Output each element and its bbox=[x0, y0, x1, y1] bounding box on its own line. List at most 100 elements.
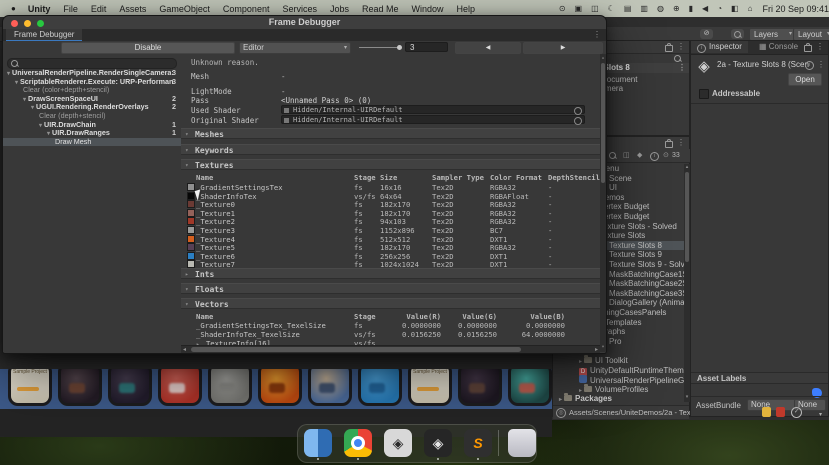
frame-number-field[interactable]: 3 bbox=[405, 42, 448, 52]
menu-services[interactable]: Services bbox=[282, 4, 317, 14]
lock-icon[interactable] bbox=[665, 43, 673, 52]
vector-row[interactable]: _ShaderInfoTex_TexelSize vs/fs 0.0156250 0.… bbox=[181, 330, 600, 339]
status-icon-10[interactable]: ◀ bbox=[702, 0, 708, 17]
eye-icon[interactable]: ⊙ bbox=[663, 151, 669, 159]
next-frame-button[interactable]: ▶ bbox=[523, 42, 603, 54]
asset-thumbnail-lava-texture[interactable] bbox=[258, 369, 302, 406]
texture-row[interactable]: _Texture2 fs 94x103 Tex2D RGBA32- bbox=[181, 216, 600, 226]
status-icon-9[interactable]: ▮ bbox=[689, 0, 693, 17]
error-icon[interactable] bbox=[776, 407, 785, 417]
dock-trash-icon[interactable] bbox=[508, 429, 536, 457]
project-item[interactable]: ▸ VolumeProfiles bbox=[553, 383, 684, 395]
vector-row[interactable]: _GradientSettingsTex_TexelSize fs 0.000000… bbox=[181, 321, 600, 330]
asset-thumbnail-fantasy-scene[interactable] bbox=[108, 369, 152, 406]
dock-chrome-icon[interactable] bbox=[344, 429, 372, 457]
menu-unity[interactable]: Unity bbox=[28, 4, 51, 14]
event-tree-row[interactable]: ▾ DrawScreenSpaceUI 2 bbox=[3, 95, 181, 104]
status-icon-7[interactable]: ◍ bbox=[657, 0, 664, 17]
details-vertical-scrollbar[interactable]: ▴ ▾ bbox=[600, 54, 606, 352]
asset-thumbnail-sample-project-card[interactable]: Sample Project bbox=[408, 369, 452, 406]
menu-window[interactable]: Window bbox=[412, 4, 444, 14]
section-keywords[interactable]: ▾ Keywords bbox=[181, 144, 600, 155]
event-search-input[interactable] bbox=[7, 58, 177, 69]
info-icon[interactable]: i bbox=[650, 152, 659, 161]
event-tree-row[interactable]: ▾ UIR.DrawRanges 1 bbox=[3, 129, 181, 138]
status-icon-6[interactable]: ▥ bbox=[640, 0, 648, 17]
section-textures[interactable]: ▾ Textures bbox=[181, 159, 600, 170]
prefab-icon[interactable]: ◫ bbox=[623, 151, 630, 159]
section-ints[interactable]: ▸ Ints bbox=[181, 268, 600, 279]
lock-icon[interactable] bbox=[804, 43, 812, 52]
asset-thumbnail-dark-scene-2[interactable] bbox=[458, 369, 502, 406]
asset-labels-header[interactable]: Asset Labels bbox=[691, 372, 828, 384]
warning-icon[interactable] bbox=[762, 407, 771, 417]
lock-icon[interactable] bbox=[665, 139, 673, 148]
menu-assets[interactable]: Assets bbox=[119, 4, 146, 14]
project-item[interactable]: ▸ Packages bbox=[553, 393, 684, 404]
project-item[interactable]: ▸ UI Toolkit bbox=[553, 355, 684, 366]
asset-thumbnail-cliff-texture[interactable] bbox=[208, 369, 252, 406]
kebab-menu-icon[interactable]: ⋮ bbox=[677, 42, 685, 51]
menu-gameobject[interactable]: GameObject bbox=[159, 4, 210, 14]
frame-slider[interactable] bbox=[359, 47, 399, 48]
apple-menu-icon[interactable]: ● bbox=[11, 4, 16, 13]
object-picker-icon[interactable] bbox=[574, 107, 582, 115]
texture-row[interactable]: _Texture5 fs 182x170 Tex2D RGBA32- bbox=[181, 242, 600, 252]
check-icon[interactable]: ✓ bbox=[791, 407, 802, 418]
tab-console[interactable]: ▦ Console bbox=[753, 41, 804, 53]
object-picker-icon[interactable] bbox=[574, 117, 582, 125]
dock-unity-icon[interactable]: ◈ bbox=[424, 429, 452, 457]
target-dropdown[interactable]: Editor ▾ bbox=[239, 42, 351, 54]
frame-debugger-titlebar[interactable]: Frame Debugger bbox=[3, 16, 606, 30]
section-meshes[interactable]: ▾ Meshes bbox=[181, 128, 600, 139]
event-tree-row[interactable]: ▾ UGUI.Rendering.RenderOverlays 2 bbox=[3, 103, 181, 112]
event-tree-row[interactable]: Clear (color+depth+stencil) bbox=[3, 86, 181, 95]
menu-read-me[interactable]: Read Me bbox=[362, 4, 399, 14]
menu-component[interactable]: Component bbox=[223, 4, 270, 14]
asset-thumbnail-blue-pattern[interactable] bbox=[358, 369, 402, 406]
dock-unity-hub-icon[interactable]: ◈ bbox=[384, 429, 412, 457]
project-item[interactable]: UniversalRenderPipelineGlobalSet bbox=[553, 375, 713, 385]
project-item[interactable]: D UnityDefaultRuntimeTheme bbox=[553, 366, 688, 376]
addressable-checkbox[interactable] bbox=[699, 89, 709, 99]
dock-sublime-icon[interactable]: S bbox=[464, 429, 492, 457]
asset-thumbnail-teal-character[interactable] bbox=[508, 369, 552, 406]
asset-thumbnail-red-grill-icon[interactable] bbox=[158, 369, 202, 406]
disable-button[interactable]: Disable bbox=[61, 42, 235, 54]
texture-row[interactable]: _Texture1 fs 182x170 Tex2D RGBA32- bbox=[181, 208, 600, 218]
event-tree-row[interactable]: ▾ UniversalRenderPipeline.RenderSingleCam… bbox=[3, 69, 181, 78]
asset-thumbnail-character-art[interactable] bbox=[308, 369, 352, 406]
menu-file[interactable]: File bbox=[63, 4, 78, 14]
texture-row[interactable]: _Texture7 fs 1024x1024 Tex2D DXT1- bbox=[181, 259, 600, 269]
prev-frame-button[interactable]: ◀ bbox=[455, 42, 521, 54]
kebab-menu-icon[interactable]: ⋮ bbox=[677, 138, 685, 147]
used-shader-field[interactable]: Hidden/Internal-UIRDefault bbox=[281, 105, 585, 115]
texture-row[interactable]: _ShaderInfoTex vs/fs 64x64 Tex2D RGBAFloat - bbox=[181, 191, 600, 201]
event-tree-row[interactable]: ▾ UIR.DrawChain 1 bbox=[3, 121, 181, 130]
kebab-menu-icon[interactable]: ⋮ bbox=[593, 30, 601, 39]
status-icon-11[interactable]: ◔ bbox=[717, 0, 722, 17]
texture-row[interactable]: _Texture0 fs 182x170 Tex2D RGBA32- bbox=[181, 199, 600, 209]
event-tree-row[interactable]: Draw Mesh bbox=[3, 137, 181, 147]
original-shader-field[interactable]: Hidden/Internal-UIRDefault bbox=[281, 115, 585, 125]
menu-jobs[interactable]: Jobs bbox=[330, 4, 349, 14]
search-icon[interactable] bbox=[731, 29, 744, 39]
section-floats[interactable]: ▾ Floats bbox=[181, 283, 600, 294]
event-tree-row[interactable]: ▾ ScriptableRenderer.Execute: URP-Perform… bbox=[3, 78, 181, 87]
menu-help[interactable]: Help bbox=[457, 4, 476, 14]
status-icon-12[interactable]: ◧ bbox=[731, 0, 739, 17]
tab-inspector[interactable]: i Inspector bbox=[691, 41, 748, 53]
section-vectors[interactable]: ▾ Vectors bbox=[181, 298, 600, 309]
info-icon[interactable]: i bbox=[805, 61, 814, 70]
collab-icon[interactable]: ⊘ bbox=[700, 29, 713, 39]
search-icon[interactable] bbox=[609, 152, 616, 159]
status-icon-5[interactable]: ▤ bbox=[624, 0, 632, 17]
texture-row[interactable]: _GradientSettingsTex fs 16x16 Tex2D RGBA32- bbox=[181, 182, 600, 192]
texture-row[interactable]: _Texture3 fs 1152x896 Tex2D BC7- bbox=[181, 225, 600, 235]
kebab-menu-icon[interactable]: ⋮ bbox=[817, 60, 825, 69]
event-tree-row[interactable]: Clear (depth+stencil) bbox=[3, 112, 181, 121]
texture-row[interactable]: _Texture4 fs 512x512 Tex2D DXT1- bbox=[181, 234, 600, 244]
asset-thumbnail-dark-scene[interactable] bbox=[58, 369, 102, 406]
dock-finder-icon[interactable] bbox=[304, 429, 332, 457]
status-icon-13[interactable]: ⌂ bbox=[748, 0, 753, 17]
